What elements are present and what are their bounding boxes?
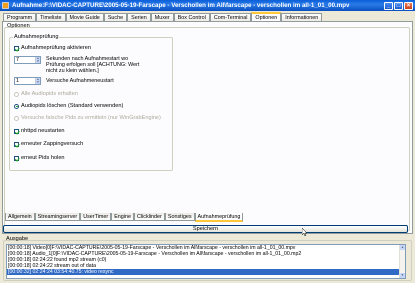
window-title: Aufnahme:F:\VIDAC-CAPTURE\2005-05-19-Far…	[12, 2, 350, 9]
subtab-allgemein[interactable]: Allgemein	[5, 213, 35, 221]
log-line-selected[interactable]: [00:00:32] 02:24:24 03:54:40.75: video r…	[7, 269, 405, 275]
spin-down-icon[interactable]: ▼	[36, 81, 40, 84]
zapping-checkbox[interactable]	[14, 141, 19, 147]
radio-falsche	[14, 115, 19, 121]
radio-loeschen-row[interactable]: Audiopids löschen (Standard verwenden)	[14, 103, 123, 109]
nhttpd-row[interactable]: nhttpd neustarten	[14, 128, 65, 134]
zapping-row[interactable]: erneuter Zappingversuch	[14, 141, 83, 147]
tab-timeliste[interactable]: Timeliste	[36, 13, 66, 21]
subtab-engine[interactable]: Engine	[111, 213, 134, 221]
seconds-note: Sekunden nach Aufnahmestart wo Prüfung e…	[46, 56, 139, 74]
maximize-icon[interactable]: □	[394, 1, 403, 10]
radio-loeschen[interactable]	[14, 103, 19, 109]
seconds-value[interactable]: 7	[15, 57, 35, 63]
tab-box-control[interactable]: Box Control	[173, 13, 210, 21]
retries-spinner[interactable]: 1 ▲ ▼	[14, 77, 41, 85]
app-icon	[2, 2, 9, 9]
tab-programm[interactable]: Programm	[3, 13, 37, 21]
main-tabs: Programm Timeliste Movie Guide Suche Ser…	[3, 12, 323, 21]
tab-serien[interactable]: Serien	[127, 13, 151, 21]
log-scrollbar[interactable]: ▲ ▼	[399, 245, 405, 278]
subtab-usertimer[interactable]: UserTimer	[80, 213, 112, 221]
spin-down-icon[interactable]: ▼	[36, 60, 40, 63]
seconds-spinner[interactable]: 7 ▲ ▼	[14, 56, 41, 64]
radio-falsche-row: Versuche falsche Pids zu ermitteln (nur …	[14, 115, 161, 121]
radio-alle-label: Alle Audiopids erhalten	[21, 91, 78, 97]
seconds-note-line3: nicht zu klein wählen.]	[46, 68, 99, 74]
radio-alle-row: Alle Audiopids erhalten	[14, 91, 78, 97]
tab-com-terminal[interactable]: Com-Terminal	[209, 13, 252, 21]
radio-loeschen-label: Audiopids löschen (Standard verwenden)	[21, 103, 124, 109]
tab-optionen[interactable]: Optionen	[251, 12, 282, 21]
pids-checkbox[interactable]	[14, 155, 19, 161]
subtab-aufnahmepruefung[interactable]: Aufnahmeprüfung	[194, 213, 244, 222]
aufnahme-check-label: Aufnahmeprüfung aktivieren	[21, 45, 91, 51]
nhttpd-label: nhttpd neustarten	[21, 128, 65, 134]
close-icon[interactable]: ×	[404, 1, 413, 10]
radio-alle	[14, 91, 19, 97]
retries-value[interactable]: 1	[15, 78, 35, 84]
save-button[interactable]: Speichern	[3, 225, 408, 233]
aufnahme-check-row[interactable]: Aufnahmeprüfung aktivieren	[14, 45, 91, 51]
group-title: Aufnahmeprüfung	[13, 34, 60, 40]
scroll-up-icon[interactable]: ▲	[400, 245, 405, 250]
options-subtabs: Allgemein Streamingserver UserTimer Engi…	[5, 213, 244, 222]
output-log[interactable]: [00:00:18] Video[0]F:\VIDAC-CAPTURE\2005…	[6, 244, 406, 279]
zapping-label: erneuter Zappingversuch	[21, 141, 84, 147]
optionen-label: Optionen	[7, 23, 30, 29]
pids-label: erneut Pids holen	[21, 155, 65, 161]
subtab-clicklinder[interactable]: Clicklinder	[133, 213, 165, 221]
tab-suche[interactable]: Suche	[103, 13, 128, 21]
retries-label: Versuche Aufnahmeneustart	[46, 78, 114, 84]
mouse-cursor-icon	[302, 228, 308, 236]
tab-movie-guide[interactable]: Movie Guide	[65, 13, 104, 21]
subtab-streamingserver[interactable]: Streamingserver	[34, 213, 81, 221]
tab-informationen[interactable]: Informationen	[281, 13, 323, 21]
output-label: Ausgabe	[6, 236, 29, 242]
pids-row[interactable]: erneut Pids holen	[14, 155, 65, 161]
minimize-icon[interactable]: _	[384, 1, 393, 10]
subtab-sonstiges[interactable]: Sonstiges	[164, 213, 195, 221]
title-bar: Aufnahme:F:\VIDAC-CAPTURE\2005-05-19-Far…	[0, 0, 415, 11]
aufnahme-checkbox[interactable]	[14, 45, 19, 51]
radio-falsche-label: Versuche falsche Pids zu ermitteln (nur …	[21, 115, 161, 121]
tab-muxer[interactable]: Muxer	[150, 13, 174, 21]
scroll-down-icon[interactable]: ▼	[400, 273, 405, 278]
nhttpd-checkbox[interactable]	[14, 128, 19, 134]
